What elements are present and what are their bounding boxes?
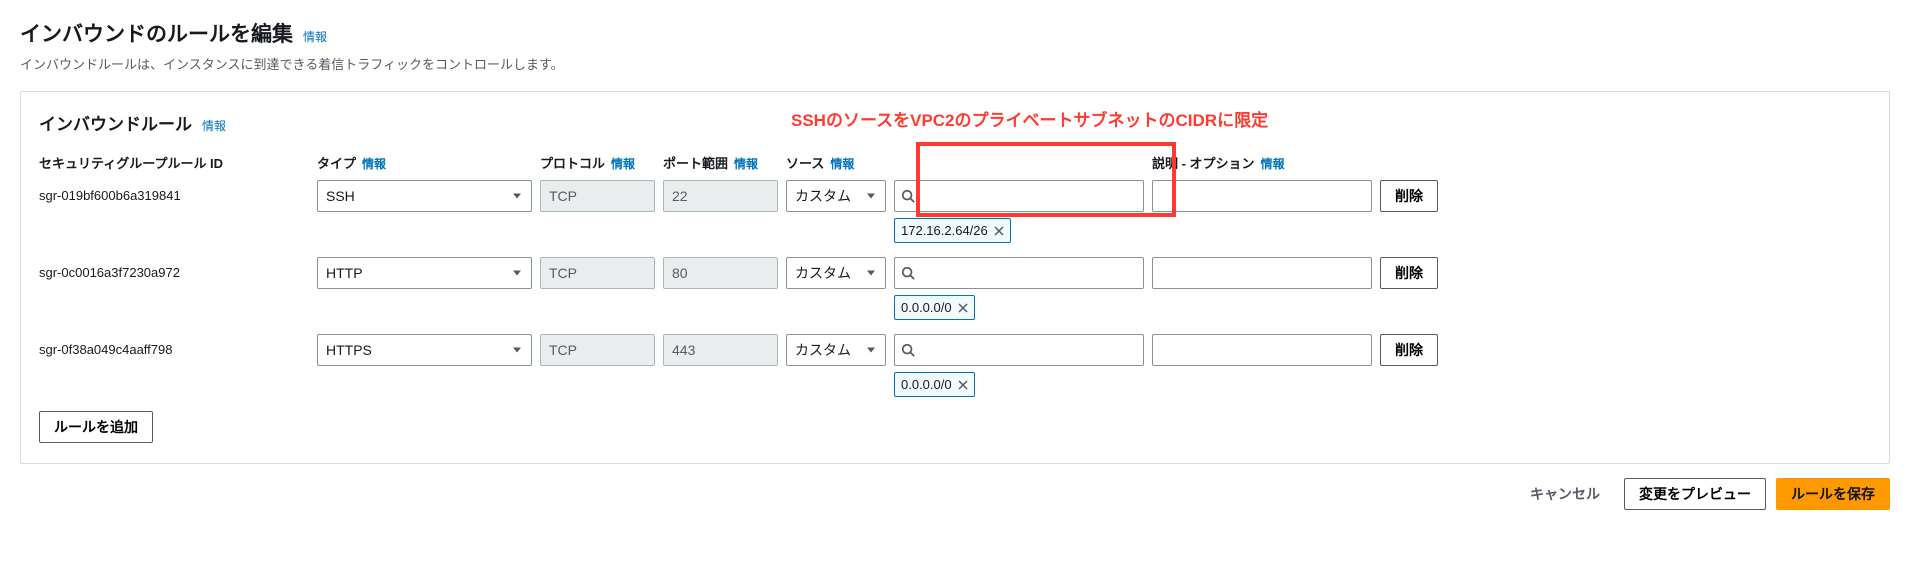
type-select[interactable]: SSH bbox=[317, 180, 532, 212]
protocol-field: TCP bbox=[540, 334, 655, 366]
cidr-chip-label: 0.0.0.0/0 bbox=[901, 300, 952, 315]
source-mode-select[interactable]: カスタム bbox=[786, 257, 886, 289]
cidr-chip-label: 0.0.0.0/0 bbox=[901, 377, 952, 392]
description-input[interactable] bbox=[1152, 180, 1372, 212]
source-search-text[interactable] bbox=[919, 342, 1137, 358]
table-row: sgr-0f38a049c4aaff798 HTTPS TCP 443 カスタム… bbox=[39, 334, 1871, 397]
source-search-input[interactable] bbox=[894, 257, 1144, 289]
rule-id: sgr-0c0016a3f7230a972 bbox=[39, 257, 309, 280]
source-search-input[interactable] bbox=[894, 180, 1144, 212]
cidr-chip-label: 172.16.2.64/26 bbox=[901, 223, 988, 238]
panel-title: インバウンドルール bbox=[39, 110, 192, 135]
cidr-chip: 0.0.0.0/0 bbox=[894, 295, 975, 320]
inbound-rules-panel: SSHのソースをVPC2のプライベートサブネットのCIDRに限定 インバウンドル… bbox=[20, 91, 1890, 464]
source-search-input[interactable] bbox=[894, 334, 1144, 366]
close-icon bbox=[958, 380, 968, 390]
port-field: 80 bbox=[663, 257, 778, 289]
port-field: 22 bbox=[663, 180, 778, 212]
search-icon bbox=[901, 189, 915, 203]
cidr-chip-remove[interactable] bbox=[994, 226, 1004, 236]
table-row: sgr-0c0016a3f7230a972 HTTP TCP 80 カスタム 0… bbox=[39, 257, 1871, 320]
th-desc-info[interactable]: 情報 bbox=[1261, 155, 1285, 172]
cidr-chip: 172.16.2.64/26 bbox=[894, 218, 1011, 243]
table-header-row: セキュリティグループルール ID タイプ情報 プロトコル情報 ポート範囲情報 ソ… bbox=[39, 153, 1871, 172]
delete-button[interactable]: 削除 bbox=[1380, 257, 1438, 289]
panel-info-link[interactable]: 情報 bbox=[202, 117, 226, 134]
preview-button[interactable]: 変更をプレビュー bbox=[1624, 478, 1766, 510]
page-subtitle: インバウンドルールは、インスタンスに到達できる着信トラフィックをコントロールしま… bbox=[20, 54, 1890, 73]
source-search-text[interactable] bbox=[919, 265, 1137, 281]
protocol-field: TCP bbox=[540, 257, 655, 289]
th-port-info[interactable]: 情報 bbox=[734, 155, 758, 172]
footer-actions: キャンセル 変更をプレビュー ルールを保存 bbox=[20, 478, 1890, 510]
th-rule-id: セキュリティグループルール ID bbox=[39, 153, 223, 172]
page-title: インバウンドのルールを編集 bbox=[20, 18, 293, 48]
delete-button[interactable]: 削除 bbox=[1380, 334, 1438, 366]
rule-id: sgr-019bf600b6a319841 bbox=[39, 180, 309, 203]
th-protocol: プロトコル bbox=[540, 153, 605, 172]
th-protocol-info[interactable]: 情報 bbox=[611, 155, 635, 172]
annotation-text: SSHのソースをVPC2のプライベートサブネットのCIDRに限定 bbox=[791, 106, 1268, 131]
source-mode-select[interactable]: カスタム bbox=[786, 334, 886, 366]
th-type-info[interactable]: 情報 bbox=[362, 155, 386, 172]
description-input[interactable] bbox=[1152, 257, 1372, 289]
source-mode-select[interactable]: カスタム bbox=[786, 180, 886, 212]
save-button[interactable]: ルールを保存 bbox=[1776, 478, 1890, 510]
rule-id: sgr-0f38a049c4aaff798 bbox=[39, 334, 309, 357]
cidr-chip-remove[interactable] bbox=[958, 303, 968, 313]
search-icon bbox=[901, 266, 915, 280]
source-search-text[interactable] bbox=[919, 188, 1137, 204]
cancel-button[interactable]: キャンセル bbox=[1516, 478, 1614, 510]
port-field: 443 bbox=[663, 334, 778, 366]
cidr-chip-remove[interactable] bbox=[958, 380, 968, 390]
description-input[interactable] bbox=[1152, 334, 1372, 366]
table-row: sgr-019bf600b6a319841 SSH TCP 22 カスタム 17… bbox=[39, 180, 1871, 243]
close-icon bbox=[994, 226, 1004, 236]
type-select[interactable]: HTTPS bbox=[317, 334, 532, 366]
th-port: ポート範囲 bbox=[663, 153, 728, 172]
delete-button[interactable]: 削除 bbox=[1380, 180, 1438, 212]
page-info-link[interactable]: 情報 bbox=[303, 28, 327, 45]
add-rule-button[interactable]: ルールを追加 bbox=[39, 411, 153, 443]
search-icon bbox=[901, 343, 915, 357]
close-icon bbox=[958, 303, 968, 313]
th-type: タイプ bbox=[317, 153, 356, 172]
type-select[interactable]: HTTP bbox=[317, 257, 532, 289]
protocol-field: TCP bbox=[540, 180, 655, 212]
th-source-info[interactable]: 情報 bbox=[830, 155, 854, 172]
cidr-chip: 0.0.0.0/0 bbox=[894, 372, 975, 397]
th-description: 説明 - オプション bbox=[1152, 153, 1255, 172]
th-source: ソース bbox=[786, 153, 824, 172]
